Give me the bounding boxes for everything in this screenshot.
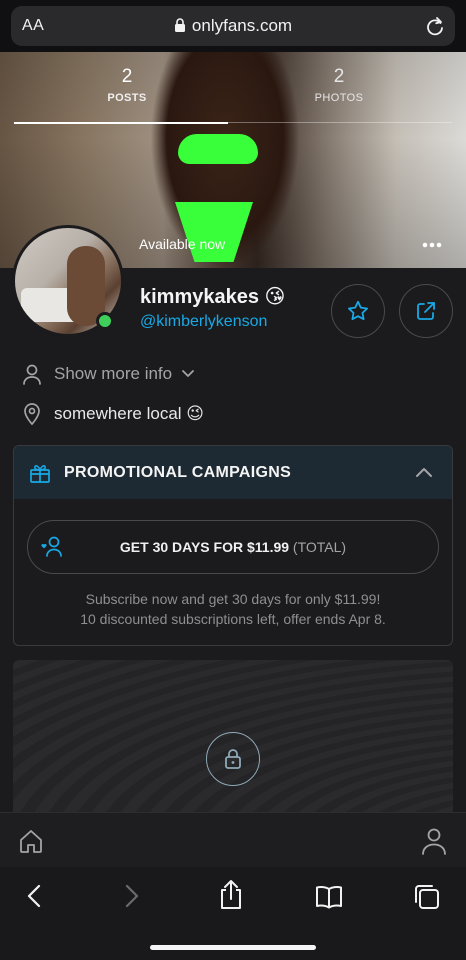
browser-top-bar: AA onlyfans.com — [0, 0, 466, 52]
url-display[interactable]: onlyfans.com — [11, 16, 455, 36]
promo-header[interactable]: PROMOTIONAL CAMPAIGNS — [14, 446, 452, 499]
share-icon — [417, 302, 435, 320]
subscribe-offer-button[interactable]: GET 30 DAYS FOR $11.99 (TOTAL) — [27, 520, 439, 574]
url-text: onlyfans.com — [191, 16, 293, 35]
more-options-icon[interactable] — [422, 242, 442, 248]
back-icon[interactable] — [24, 883, 46, 909]
location-pin-icon — [24, 403, 40, 426]
padlock-icon — [225, 749, 241, 769]
photos-count: 2 — [333, 66, 345, 87]
active-tab-indicator — [14, 122, 228, 124]
promo-description: Subscribe now and get 30 days for only $… — [14, 589, 452, 629]
online-status-dot — [96, 312, 114, 330]
posts-count: 2 — [121, 66, 133, 87]
home-indicator — [150, 945, 316, 950]
promo-title: PROMOTIONAL CAMPAIGNS — [64, 463, 292, 481]
location-row: somewhere local 😉 — [22, 402, 204, 426]
gift-icon — [30, 464, 50, 483]
show-more-label: Show more info — [54, 364, 173, 383]
promo-desc-line-2: 10 discounted subscriptions left, offer … — [80, 611, 386, 627]
promotional-campaigns-panel: PROMOTIONAL CAMPAIGNS GET 30 DAYS FOR $1… — [13, 445, 453, 646]
home-icon[interactable] — [17, 827, 45, 855]
forward-icon[interactable] — [120, 883, 142, 909]
cover-detail — [178, 134, 258, 164]
address-bar[interactable]: AA onlyfans.com — [11, 6, 455, 46]
bookmarks-icon[interactable] — [314, 885, 344, 909]
profile-name: kimmykakes 😘 — [140, 286, 286, 308]
browser-toolbar — [0, 867, 466, 960]
locked-post[interactable] — [13, 660, 453, 820]
app-bottom-nav — [0, 812, 466, 867]
profile-handle[interactable]: @kimberlykenson — [140, 313, 267, 331]
tabs-icon[interactable] — [412, 882, 442, 912]
show-more-info[interactable]: Show more info — [22, 363, 202, 385]
profile-icon[interactable] — [420, 826, 448, 856]
reload-icon[interactable] — [425, 15, 445, 37]
star-icon — [348, 300, 368, 321]
tab-divider — [228, 122, 452, 123]
person-icon — [23, 364, 41, 385]
posts-label: POSTS — [107, 92, 147, 104]
promo-desc-line-1: Subscribe now and get 30 days for only $… — [85, 591, 381, 607]
share-button[interactable] — [399, 284, 453, 338]
location-text: somewhere local 😉 — [54, 404, 205, 423]
offer-total-text: (TOTAL) — [292, 539, 347, 555]
favorite-button[interactable] — [331, 284, 385, 338]
lock-icon — [174, 18, 185, 32]
availability-status: Available now — [139, 236, 226, 252]
share-page-icon[interactable] — [217, 879, 245, 911]
chevron-down-icon — [182, 370, 195, 377]
offer-main-text: GET 30 DAYS FOR $11.99 — [119, 539, 290, 555]
profile-tabs: 2 POSTS 2 PHOTOS — [0, 66, 466, 122]
tab-photos[interactable]: 2 PHOTOS — [226, 66, 452, 104]
tab-posts[interactable]: 2 POSTS — [14, 66, 240, 104]
offer-label: GET 30 DAYS FOR $11.99 (TOTAL) — [28, 539, 438, 555]
chevron-up-icon[interactable] — [414, 465, 434, 479]
photos-label: PHOTOS — [314, 92, 364, 104]
unlock-button[interactable] — [206, 732, 260, 786]
